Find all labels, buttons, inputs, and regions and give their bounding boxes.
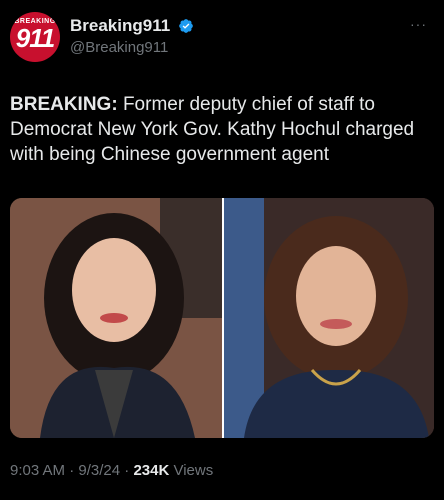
verified-badge-icon [178,19,193,33]
name-block: Breaking911 @Breaking911 [70,16,194,56]
handle[interactable]: @Breaking911 [70,39,194,56]
tweet: BREAKING 911 Breaking911 @Breaking911 ··… [0,0,444,500]
tweet-media[interactable] [10,198,434,438]
meta-separator: · [65,462,79,479]
governor-portrait-image [224,198,434,438]
tweet-time[interactable]: 9:03 AM [10,462,65,479]
photo-left[interactable] [10,198,222,438]
breaking-label: BREAKING: [10,94,118,115]
avatar-number: 911 [15,23,55,53]
more-options-icon[interactable]: ··· [410,16,430,32]
tweet-header: BREAKING 911 Breaking911 @Breaking911 ··… [10,12,434,66]
avatar[interactable]: BREAKING 911 [10,12,60,62]
views-label: Views [169,462,214,479]
photo-right[interactable] [224,198,434,438]
display-name[interactable]: Breaking911 [70,16,170,36]
tweet-date[interactable]: 9/3/24 [78,462,120,479]
tweet-text: BREAKING: Former deputy chief of staff t… [10,92,430,167]
woman-portrait-image [10,198,222,438]
tweet-meta: 9:03 AM · 9/3/24 · 234K Views [10,462,213,479]
meta-separator: · [120,462,134,479]
views-count: 234K [133,462,170,479]
